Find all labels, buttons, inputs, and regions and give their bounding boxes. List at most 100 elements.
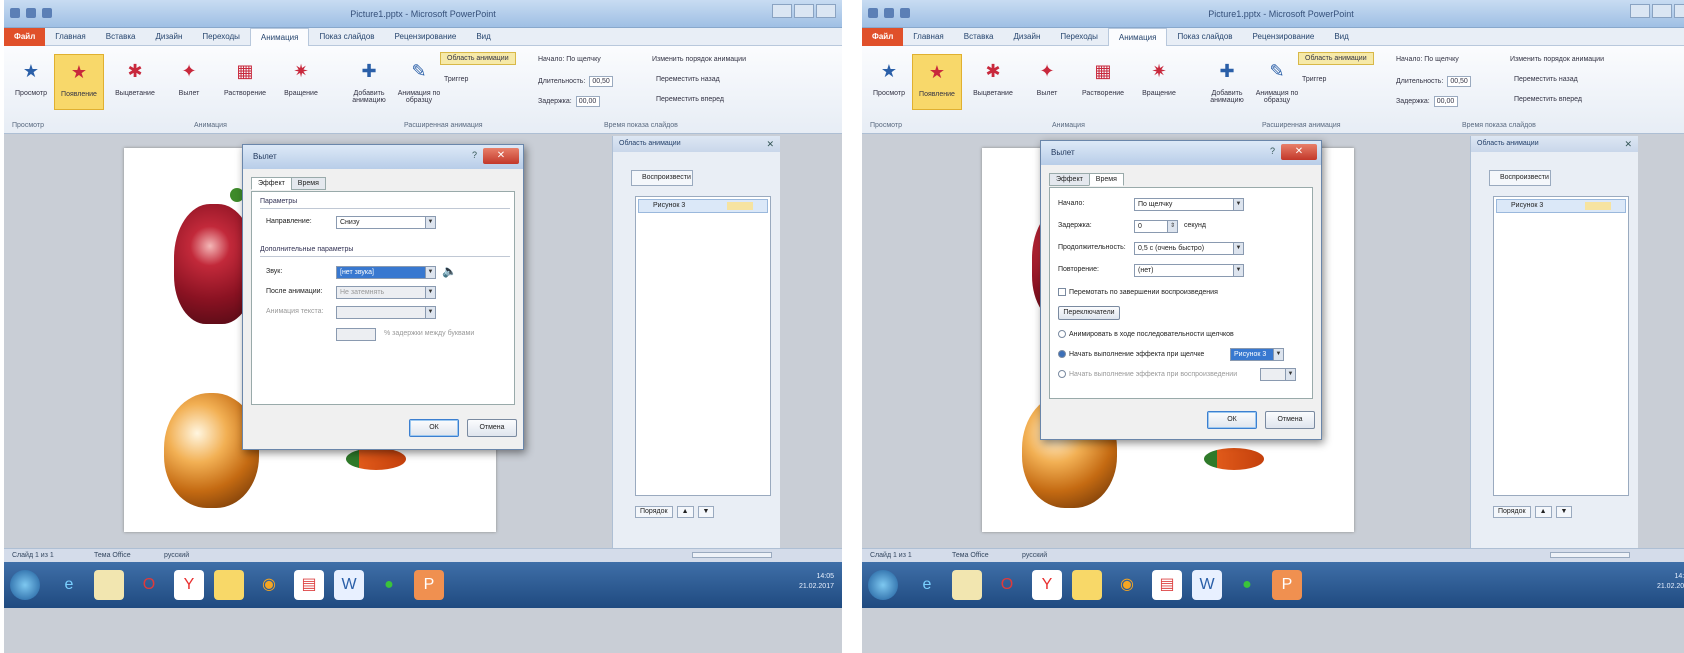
maximize-button[interactable]: [1652, 4, 1672, 18]
animate-sequence-radio[interactable]: Анимировать в ходе последовательности ще…: [1058, 330, 1234, 338]
trigger-button[interactable]: Триггер: [1302, 76, 1326, 83]
bookmark-select[interactable]: ▼: [1260, 368, 1296, 381]
yandex-icon[interactable]: Y: [1032, 570, 1062, 600]
start-button[interactable]: [868, 570, 898, 600]
animation-pane-button[interactable]: Область анимации: [1298, 52, 1374, 65]
speaker-icon[interactable]: 🔈: [442, 264, 457, 278]
help-icon[interactable]: ?: [1270, 146, 1275, 156]
tab-effect[interactable]: Эффект: [1049, 173, 1090, 186]
duration-spinner[interactable]: 00,50: [1447, 76, 1472, 87]
animation-painter-button[interactable]: ✎ Анимация по образцу: [394, 54, 444, 110]
tab-insert[interactable]: Вставка: [96, 28, 146, 46]
after-animation-select[interactable]: Не затемнять ▼: [336, 286, 436, 299]
clock-date[interactable]: 21.02.2017: [799, 582, 834, 592]
effect-dissolve-button[interactable]: ▦ Растворение: [1078, 54, 1128, 110]
duration-select[interactable]: 0,5 с (очень быстро) ▼: [1134, 242, 1244, 255]
close-window-button[interactable]: [816, 4, 836, 18]
tab-design[interactable]: Дизайн: [145, 28, 192, 46]
powerpoint-icon[interactable]: P: [414, 570, 444, 600]
add-animation-button[interactable]: ✚ Добавить анимацию: [344, 54, 394, 110]
document-icon[interactable]: ▤: [1152, 570, 1182, 600]
tab-timing[interactable]: Время: [1088, 173, 1124, 186]
language[interactable]: русский: [164, 552, 189, 559]
triggers-button[interactable]: Переключатели: [1058, 306, 1120, 320]
effect-spin-button[interactable]: ✷ Вращение: [1134, 54, 1184, 110]
close-icon[interactable]: ✕: [1624, 139, 1632, 150]
effect-appear-button[interactable]: ★ Появление: [912, 54, 962, 110]
help-icon[interactable]: ?: [472, 150, 477, 160]
chrome-icon[interactable]: ◉: [254, 570, 284, 600]
delay-spinner[interactable]: 00,00: [575, 96, 600, 107]
animate-text-select[interactable]: ▼: [336, 306, 436, 319]
animation-painter-button[interactable]: ✎ Анимация по образцу: [1252, 54, 1302, 110]
click-target-select[interactable]: Рисунок 3 ▼: [1230, 348, 1284, 361]
tab-animations[interactable]: Анимация: [249, 27, 310, 46]
tab-animations[interactable]: Анимация: [1107, 27, 1168, 46]
minimize-button[interactable]: [1630, 4, 1650, 18]
ie-icon[interactable]: e: [54, 570, 84, 600]
start-select[interactable]: По щелчку ▼: [1134, 198, 1244, 211]
close-window-button[interactable]: [1674, 4, 1684, 18]
close-icon[interactable]: ✕: [483, 148, 519, 164]
tab-transitions[interactable]: Переходы: [192, 28, 250, 46]
ie-icon[interactable]: e: [912, 570, 942, 600]
effect-fly-button[interactable]: ✦ Вылет: [1022, 54, 1072, 110]
direction-select[interactable]: Снизу ▼: [336, 216, 436, 229]
add-animation-button[interactable]: ✚ Добавить анимацию: [1202, 54, 1252, 110]
animation-list-item[interactable]: Рисунок 3: [1496, 199, 1626, 213]
move-later-button[interactable]: Переместить вперед: [1514, 96, 1582, 103]
chrome-icon[interactable]: ◉: [1112, 570, 1142, 600]
cancel-button[interactable]: Отмена: [1265, 411, 1315, 429]
carrot-picture[interactable]: [1204, 448, 1264, 470]
word-icon[interactable]: W: [334, 570, 364, 600]
start-on-play-radio[interactable]: Начать выполнение эффекта при воспроизве…: [1058, 370, 1237, 378]
tab-file[interactable]: Файл: [4, 27, 46, 46]
effect-fade-button[interactable]: ✱ Выцветание: [968, 54, 1018, 110]
language[interactable]: русский: [1022, 552, 1047, 559]
tab-review[interactable]: Рецензирование: [385, 28, 467, 46]
tab-review[interactable]: Рецензирование: [1243, 28, 1325, 46]
sound-select[interactable]: [нет звука] ▼: [336, 266, 436, 279]
close-icon[interactable]: ✕: [1281, 144, 1317, 160]
preview-button[interactable]: ★ Просмотр: [6, 54, 56, 110]
move-later-button[interactable]: Переместить вперед: [656, 96, 724, 103]
clock-time[interactable]: 14:06: [1657, 572, 1684, 582]
move-earlier-button[interactable]: Переместить назад: [1514, 76, 1578, 83]
zoom-slider[interactable]: [1550, 552, 1630, 558]
tab-view[interactable]: Вид: [466, 28, 500, 46]
tab-home[interactable]: Главная: [903, 28, 953, 46]
move-down-button[interactable]: ▼: [1555, 506, 1573, 518]
start-select[interactable]: Начало: По щелчку: [538, 56, 601, 63]
tab-file[interactable]: Файл: [862, 27, 904, 46]
play-button[interactable]: Воспроизвести: [1489, 170, 1551, 186]
tab-view[interactable]: Вид: [1324, 28, 1358, 46]
start-button[interactable]: [10, 570, 40, 600]
animation-list-item[interactable]: Рисунок 3: [638, 199, 768, 213]
start-on-click-radio[interactable]: Начать выполнение эффекта при щелчке: [1058, 350, 1204, 358]
tab-timing[interactable]: Время: [290, 177, 326, 190]
cancel-button[interactable]: Отмена: [467, 419, 517, 437]
trigger-button[interactable]: Триггер: [444, 76, 468, 83]
effect-spin-button[interactable]: ✷ Вращение: [276, 54, 326, 110]
explorer-icon[interactable]: [1072, 570, 1102, 600]
move-up-button[interactable]: ▲: [1534, 506, 1552, 518]
tab-design[interactable]: Дизайн: [1003, 28, 1050, 46]
tab-slideshow[interactable]: Показ слайдов: [309, 28, 384, 46]
play-button[interactable]: Воспроизвести: [631, 170, 693, 186]
reorder-button[interactable]: Порядок: [1493, 506, 1531, 518]
letter-delay-spinner[interactable]: [336, 328, 376, 341]
tab-transitions[interactable]: Переходы: [1050, 28, 1108, 46]
reorder-button[interactable]: Порядок: [635, 506, 673, 518]
close-icon[interactable]: ✕: [766, 139, 774, 150]
effect-fade-button[interactable]: ✱ Выцветание: [110, 54, 160, 110]
tab-effect[interactable]: Эффект: [251, 177, 292, 190]
powerpoint-icon[interactable]: P: [1272, 570, 1302, 600]
move-earlier-button[interactable]: Переместить назад: [656, 76, 720, 83]
folder-icon[interactable]: [94, 570, 124, 600]
tab-home[interactable]: Главная: [45, 28, 95, 46]
zoom-slider[interactable]: [692, 552, 772, 558]
opera-icon[interactable]: O: [134, 570, 164, 600]
delay-spinner[interactable]: 00,00: [1433, 96, 1458, 107]
opera-icon[interactable]: O: [992, 570, 1022, 600]
clock-date[interactable]: 21.02.2017: [1657, 582, 1684, 592]
